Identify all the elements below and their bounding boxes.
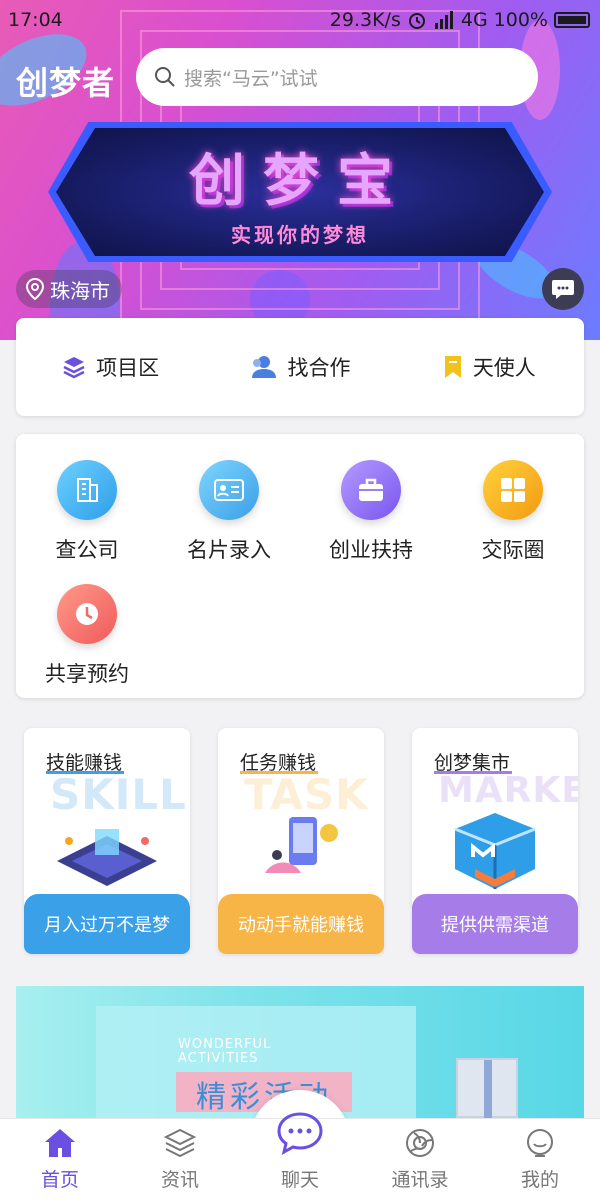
activity-en-text: WONDERFUL ACTIVITIES <box>178 1038 271 1066</box>
service-label: 交际圈 <box>481 538 545 562</box>
status-time: 17:04 <box>8 9 63 31</box>
task-illustration <box>218 808 384 894</box>
promo-underline <box>434 771 512 774</box>
tab-label: 资讯 <box>160 1169 199 1191</box>
activity-en-line: ACTIVITIES <box>178 1051 259 1066</box>
users-icon <box>252 356 277 378</box>
tab-contacts[interactable]: 通讯录 <box>380 1127 460 1192</box>
search-icon <box>155 67 175 87</box>
service-shared-booking[interactable]: 共享预约 <box>16 584 158 688</box>
promo-footer: 动动手就能赚钱 <box>218 894 384 954</box>
bottom-tab-bar: 首页 资讯 聊天 通讯录 我的 <box>0 1112 600 1200</box>
search-placeholder: 搜索“马云”试试 <box>184 67 318 90</box>
promo-underline <box>240 771 318 774</box>
profile-icon <box>527 1129 553 1157</box>
services-card: 查公司 名片录入 创业扶持 交际圈 共享预约 <box>16 434 584 698</box>
promo-footer: 月入过万不是梦 <box>24 894 190 954</box>
signal-type: 4G <box>460 9 488 31</box>
clock-icon <box>57 584 117 644</box>
skill-illustration <box>24 808 190 894</box>
id-card-icon <box>199 460 259 520</box>
network-speed: 29.3K/s <box>329 9 401 31</box>
promo-skill[interactable]: SKILL 技能赚钱 月入过万不是梦 <box>24 728 190 954</box>
nav-find-partner[interactable]: 找合作 <box>205 352 394 382</box>
service-startup-support[interactable]: 创业扶持 <box>300 460 442 564</box>
service-card-entry[interactable]: 名片录入 <box>158 460 300 564</box>
tab-profile[interactable]: 我的 <box>500 1127 580 1192</box>
message-button[interactable] <box>542 268 584 310</box>
location-pin-icon <box>26 278 44 300</box>
alarm-icon <box>408 13 425 29</box>
banner-subtitle: 实现你的梦想 <box>231 223 369 247</box>
promo-footer: 提供供需渠道 <box>412 894 578 954</box>
app-logo: 创梦者 <box>16 64 116 102</box>
location-label: 珠海市 <box>50 278 110 303</box>
tab-news[interactable]: 资讯 <box>140 1127 220 1192</box>
banner-sign[interactable]: 创梦宝 实现你的梦想 <box>56 128 544 256</box>
stack-icon <box>163 1128 197 1158</box>
tab-label: 我的 <box>520 1169 559 1191</box>
quick-nav-card: 项目区 找合作 天使人 <box>16 318 584 416</box>
nav-label: 找合作 <box>287 356 351 380</box>
service-label: 共享预约 <box>45 662 129 686</box>
service-label: 查公司 <box>55 538 119 562</box>
grid-icon <box>483 460 543 520</box>
contacts-icon <box>406 1129 434 1157</box>
promo-task[interactable]: TASK 任务赚钱 动动手就能赚钱 <box>218 728 384 954</box>
service-company-lookup[interactable]: 查公司 <box>16 460 158 564</box>
location-selector[interactable]: 珠海市 <box>16 270 122 308</box>
tab-label: 聊天 <box>280 1169 319 1191</box>
promo-ghost-text: MARKET <box>438 770 578 811</box>
tab-label: 首页 <box>40 1169 79 1191</box>
briefcase-icon <box>341 460 401 520</box>
banner-title: 创梦宝 <box>189 149 411 214</box>
tab-home[interactable]: 首页 <box>20 1127 100 1192</box>
layers-icon <box>63 357 85 379</box>
search-input[interactable]: 搜索“马云”试试 <box>136 48 538 106</box>
tab-label: 通讯录 <box>391 1169 449 1191</box>
chat-icon <box>277 1112 323 1155</box>
nav-project-area[interactable]: 项目区 <box>16 352 205 382</box>
promo-market[interactable]: MARKET 创梦集市 提供供需渠道 <box>412 728 578 954</box>
status-bar: 17:04 29.3K/s 4G 100% <box>0 0 600 40</box>
message-icon <box>552 280 574 299</box>
nav-label: 天使人 <box>472 356 536 380</box>
market-illustration <box>412 808 578 894</box>
activity-en-line: WONDERFUL <box>178 1037 272 1052</box>
service-label: 名片录入 <box>187 538 271 562</box>
battery-percent: 100% <box>493 9 548 31</box>
service-social-circle[interactable]: 交际圈 <box>442 460 584 564</box>
nav-label: 项目区 <box>96 356 160 380</box>
tab-chat[interactable]: 聊天 <box>260 1111 340 1192</box>
service-label: 创业扶持 <box>329 538 413 562</box>
gift-box-icon <box>456 1058 518 1120</box>
bookmark-icon <box>444 356 461 378</box>
battery-icon <box>554 12 590 28</box>
home-icon <box>45 1129 75 1157</box>
promo-underline <box>46 771 124 774</box>
building-icon <box>57 460 117 520</box>
signal-icon <box>434 11 453 29</box>
nav-angel[interactable]: 天使人 <box>395 352 584 382</box>
